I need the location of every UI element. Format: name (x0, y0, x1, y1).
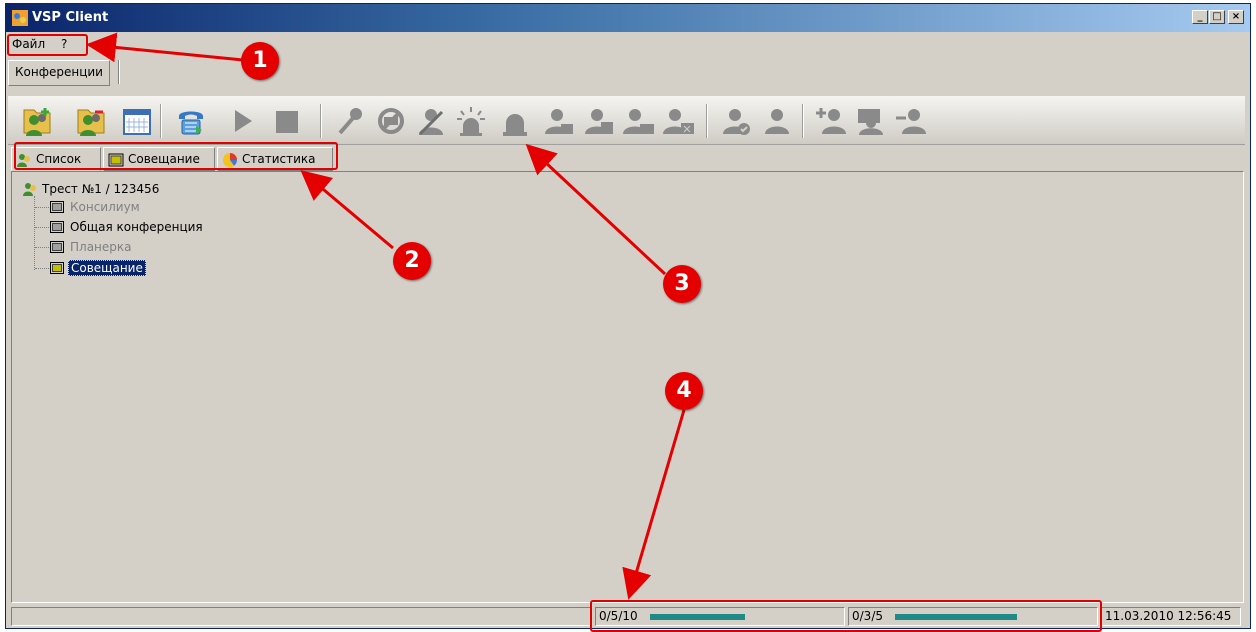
annotation-box-4 (590, 600, 1102, 632)
calendar-icon[interactable] (120, 104, 154, 138)
tree-item-selected[interactable]: Совещание (48, 259, 146, 277)
window-icon (50, 241, 64, 253)
participant-icon-3[interactable] (622, 104, 656, 138)
title-bar: VSP Client _ □ × (6, 4, 1250, 32)
tree-item[interactable]: Общая конференция (48, 218, 205, 236)
participant-icon-2[interactable] (582, 104, 616, 138)
tree-item[interactable]: Консилиум (48, 198, 142, 216)
separator (118, 60, 120, 84)
toolbar-separator (320, 104, 322, 138)
annotation-1: 1 (241, 42, 279, 80)
microphone-icon[interactable] (334, 104, 368, 138)
participant-check-icon[interactable] (720, 104, 754, 138)
maximize-button[interactable]: □ (1209, 10, 1225, 24)
window-icon (50, 221, 64, 233)
minimize-button[interactable]: _ (1192, 10, 1208, 24)
tree-root[interactable]: Трест №1 / 123456 (22, 180, 159, 198)
tree-line (35, 227, 49, 228)
tab-conferences[interactable]: Конференции (8, 60, 110, 86)
app-icon (12, 10, 28, 26)
play-icon[interactable] (226, 104, 260, 138)
add-participant-icon[interactable] (814, 104, 848, 138)
conference-tree-panel: Трест №1 / 123456 Консилиум Общая конфер… (11, 171, 1244, 603)
remove-participant-icon[interactable] (894, 104, 928, 138)
alarm-icon[interactable] (454, 104, 488, 138)
no-camera-icon[interactable] (374, 104, 408, 138)
stop-icon[interactable] (270, 104, 304, 138)
toolbar-separator (160, 104, 162, 138)
tree-line (35, 207, 49, 208)
remove-user-icon[interactable] (74, 104, 108, 138)
participants-group-icon[interactable] (854, 104, 888, 138)
window-title: VSP Client (32, 10, 109, 25)
app-window: VSP Client _ □ × Файл ? Конференции Спис… (5, 3, 1251, 629)
menu-bar: Файл ? (6, 34, 1250, 54)
toolbar-separator (802, 104, 804, 138)
status-panel-empty (11, 607, 591, 626)
participant-icon-5[interactable] (760, 104, 794, 138)
status-datetime: 11.03.2010 12:56:45 (1101, 607, 1241, 626)
close-button[interactable]: × (1228, 10, 1244, 24)
tree-item-label: Планерка (70, 240, 132, 254)
annotation-box-2 (14, 142, 338, 170)
annotation-3: 3 (663, 265, 701, 303)
tree-item-label: Консилиум (70, 200, 140, 214)
participant-icon-1[interactable] (542, 104, 576, 138)
tree-item-label: Общая конференция (70, 220, 203, 234)
users-icon (23, 183, 36, 196)
phone-icon[interactable] (174, 104, 208, 138)
tree-item[interactable]: Планерка (48, 238, 134, 256)
participant-icon-4[interactable] (662, 104, 696, 138)
add-user-icon[interactable] (20, 104, 54, 138)
annotation-4: 4 (665, 372, 703, 410)
toolbar (8, 96, 1245, 145)
tree-line (35, 268, 49, 269)
window-icon (50, 201, 64, 213)
tree-root-label: Трест №1 / 123456 (42, 182, 160, 196)
tree-item-label: Совещание (68, 260, 146, 276)
annotation-box-1 (7, 34, 88, 56)
bell-icon[interactable] (498, 104, 532, 138)
toolbar-separator (706, 104, 708, 138)
tree-line (35, 247, 49, 248)
annotation-2: 2 (393, 242, 431, 280)
window-icon (50, 262, 64, 274)
participant-disabled-icon[interactable] (414, 104, 448, 138)
